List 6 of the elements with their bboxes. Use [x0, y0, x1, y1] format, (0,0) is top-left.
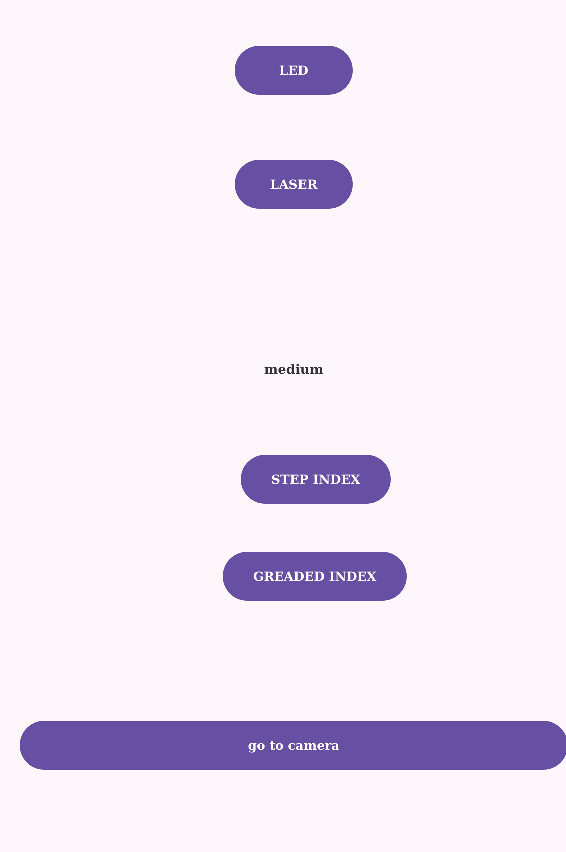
- light-source-button[interactable]: LASER: [235, 160, 353, 209]
- camera-button[interactable]: go to camera: [20, 721, 566, 770]
- light-source-button[interactable]: LED: [235, 46, 353, 95]
- fiber-type-button[interactable]: STEP INDEX: [241, 455, 391, 504]
- medium-label: medium: [264, 363, 324, 378]
- fiber-type-button[interactable]: GREADED INDEX: [223, 552, 407, 601]
